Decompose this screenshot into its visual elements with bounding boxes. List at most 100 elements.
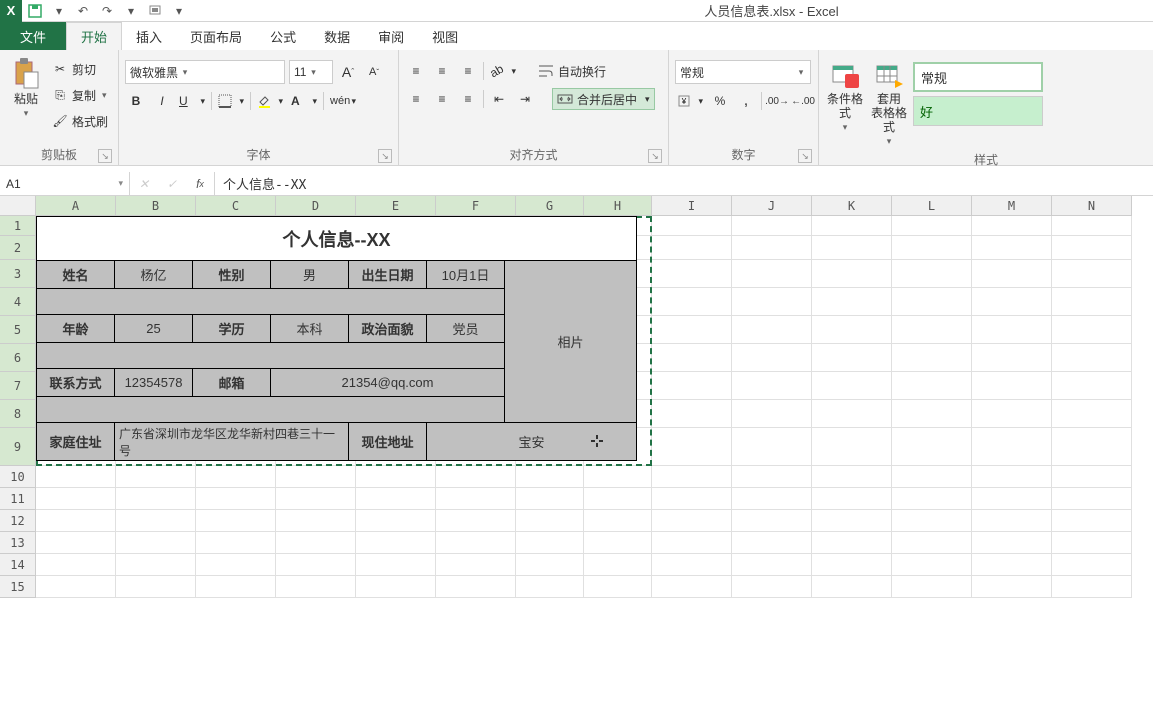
cell[interactable] [892, 576, 972, 598]
tab-view[interactable]: 视图 [418, 22, 472, 50]
align-middle-icon[interactable]: ≡ [431, 60, 453, 82]
cell[interactable] [652, 400, 732, 428]
label-political[interactable]: 政治面貌 [349, 315, 427, 343]
cell[interactable] [1052, 260, 1132, 288]
align-launcher[interactable]: ↘ [648, 149, 662, 163]
cell[interactable] [356, 466, 436, 488]
conditional-format-button[interactable]: 条件格式 ▾ [825, 58, 865, 137]
row-head-15[interactable]: 15 [0, 576, 36, 598]
value-current-address[interactable]: 宝安 [427, 423, 637, 461]
cell[interactable] [1052, 576, 1132, 598]
cell[interactable] [436, 488, 516, 510]
orientation-icon[interactable]: ab▾ [488, 60, 518, 82]
cell[interactable] [436, 532, 516, 554]
row-head-2[interactable]: 2 [0, 236, 36, 260]
tab-data[interactable]: 数据 [310, 22, 364, 50]
tab-review[interactable]: 审阅 [364, 22, 418, 50]
cell[interactable] [1052, 344, 1132, 372]
cell[interactable] [892, 400, 972, 428]
cell[interactable] [892, 510, 972, 532]
cell[interactable] [196, 554, 276, 576]
cell[interactable] [196, 510, 276, 532]
cell[interactable] [276, 554, 356, 576]
cell[interactable] [652, 428, 732, 466]
col-head-H[interactable]: H [584, 196, 652, 216]
cell[interactable] [1052, 316, 1132, 344]
cell[interactable] [516, 554, 584, 576]
cell[interactable] [356, 488, 436, 510]
cell[interactable] [196, 532, 276, 554]
tab-home[interactable]: 开始 [66, 22, 122, 50]
col-head-M[interactable]: M [972, 196, 1052, 216]
cell[interactable] [972, 344, 1052, 372]
font-name-combo[interactable]: 微软雅黑▾ [125, 60, 285, 84]
value-gender[interactable]: 男 [271, 261, 349, 289]
label-gender[interactable]: 性别 [193, 261, 271, 289]
cell[interactable] [652, 532, 732, 554]
cell[interactable] [436, 554, 516, 576]
formula-input[interactable]: 个人信息--XX [215, 172, 1153, 195]
col-head-L[interactable]: L [892, 196, 972, 216]
cell[interactable] [732, 488, 812, 510]
cell[interactable] [356, 510, 436, 532]
cell[interactable] [1052, 532, 1132, 554]
col-head-A[interactable]: A [36, 196, 116, 216]
cell[interactable] [652, 216, 732, 236]
cell[interactable] [36, 532, 116, 554]
col-head-E[interactable]: E [356, 196, 436, 216]
cell[interactable] [584, 532, 652, 554]
cell[interactable] [972, 372, 1052, 400]
row-head-3[interactable]: 3 [0, 260, 36, 288]
row-head-14[interactable]: 14 [0, 554, 36, 576]
clipboard-launcher[interactable]: ↘ [98, 149, 112, 163]
cell[interactable] [732, 428, 812, 466]
cell[interactable] [812, 466, 892, 488]
select-all-corner[interactable] [0, 196, 36, 216]
cell[interactable] [972, 400, 1052, 428]
fill-color-button[interactable]: ▾ [255, 90, 285, 112]
col-head-C[interactable]: C [196, 196, 276, 216]
cell[interactable] [652, 510, 732, 532]
row-head-10[interactable]: 10 [0, 466, 36, 488]
cell[interactable] [732, 288, 812, 316]
align-top-icon[interactable]: ≡ [405, 60, 427, 82]
cell[interactable] [972, 428, 1052, 466]
cell[interactable] [892, 344, 972, 372]
cell[interactable] [812, 316, 892, 344]
table-cell[interactable] [37, 343, 505, 369]
value-name[interactable]: 杨亿 [115, 261, 193, 289]
number-format-combo[interactable]: 常规▾ [675, 60, 811, 84]
increase-font-icon[interactable]: Aˆ [337, 61, 359, 83]
copy-button[interactable]: ⎘复制▾ [48, 84, 112, 106]
decrease-font-icon[interactable]: Aˇ [363, 61, 385, 83]
row-head-8[interactable]: 8 [0, 400, 36, 428]
cell[interactable] [732, 532, 812, 554]
cell[interactable] [812, 428, 892, 466]
undo-icon[interactable]: ↶ [72, 1, 94, 21]
align-right-icon[interactable]: ≡ [457, 88, 479, 110]
cell[interactable] [812, 216, 892, 236]
cell[interactable] [892, 260, 972, 288]
decrease-decimal-icon[interactable]: ←.00 [792, 90, 814, 112]
cell[interactable] [732, 260, 812, 288]
enter-icon[interactable]: ✓ [158, 177, 186, 191]
redo-icon[interactable]: ↷ [96, 1, 118, 21]
cell[interactable] [972, 554, 1052, 576]
cell[interactable] [732, 372, 812, 400]
align-bottom-icon[interactable]: ≡ [457, 60, 479, 82]
cell[interactable] [116, 554, 196, 576]
cell[interactable] [584, 488, 652, 510]
cell[interactable] [516, 532, 584, 554]
qat-arrow-2[interactable]: ▾ [120, 1, 142, 21]
cell[interactable] [196, 466, 276, 488]
cell[interactable] [812, 554, 892, 576]
cell[interactable] [276, 488, 356, 510]
touch-icon[interactable] [144, 1, 166, 21]
cell[interactable] [652, 288, 732, 316]
row-head-7[interactable]: 7 [0, 372, 36, 400]
cell[interactable] [116, 488, 196, 510]
cell-style-normal[interactable]: 常规 [913, 62, 1043, 92]
tab-layout[interactable]: 页面布局 [176, 22, 256, 50]
cell[interactable] [892, 488, 972, 510]
cell[interactable] [116, 532, 196, 554]
